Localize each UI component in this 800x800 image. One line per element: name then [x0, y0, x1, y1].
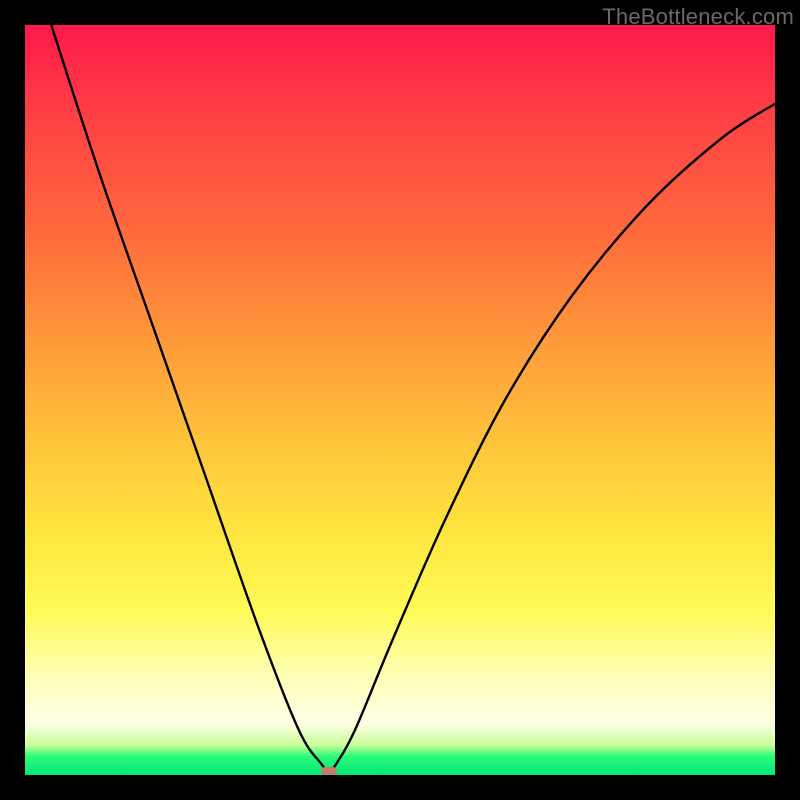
bottleneck-curve-svg — [25, 25, 775, 775]
curve-minimum-marker — [321, 767, 337, 775]
bottleneck-curve-path — [51, 25, 775, 771]
watermark-text: TheBottleneck.com — [602, 4, 794, 30]
bottleneck-gradient-plot — [25, 25, 775, 775]
